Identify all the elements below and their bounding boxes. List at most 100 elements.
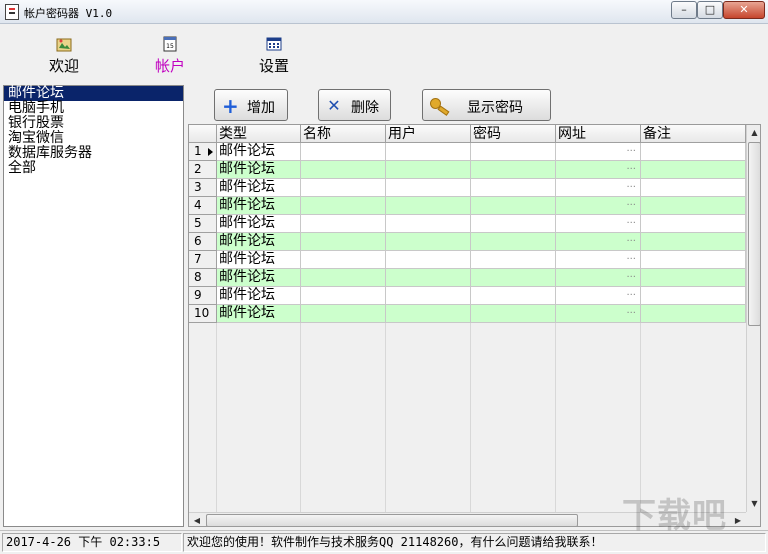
category-item-mail-forum[interactable]: 邮件论坛 xyxy=(4,86,183,101)
column-header[interactable]: 网址 xyxy=(556,125,641,143)
category-item-database-server[interactable]: 数据库服务器 xyxy=(4,146,183,161)
grid-cell[interactable] xyxy=(301,161,386,179)
grid-cell[interactable] xyxy=(641,287,746,305)
horizontal-scroll-thumb[interactable] xyxy=(206,514,578,526)
grid-cell[interactable] xyxy=(641,269,746,287)
table-row[interactable]: 1 邮件论坛 ··· xyxy=(189,143,746,161)
grid-cell[interactable]: ··· xyxy=(556,251,641,269)
grid-cell[interactable]: ··· xyxy=(556,269,641,287)
grid-cell[interactable] xyxy=(386,143,471,161)
table-row[interactable]: 3 邮件论坛 ··· xyxy=(189,179,746,197)
url-ellipsis-button[interactable]: ··· xyxy=(626,215,636,232)
vertical-scrollbar[interactable]: ▲ ▼ xyxy=(746,125,760,512)
grid-cell[interactable]: 邮件论坛 xyxy=(217,287,301,305)
url-ellipsis-button[interactable]: ··· xyxy=(626,233,636,250)
table-row[interactable]: 5 邮件论坛 ··· xyxy=(189,215,746,233)
category-list[interactable]: 邮件论坛 电脑手机 银行股票 淘宝微信 数据库服务器 全部 xyxy=(3,85,184,527)
grid-cell[interactable] xyxy=(471,305,556,323)
grid-cell[interactable] xyxy=(471,233,556,251)
menu-account[interactable]: 15 帐户 xyxy=(142,36,198,76)
table-row[interactable]: 8 邮件论坛 ··· xyxy=(189,269,746,287)
vertical-scroll-thumb[interactable] xyxy=(748,142,760,326)
url-ellipsis-button[interactable]: ··· xyxy=(626,197,636,214)
grid-cell[interactable] xyxy=(386,269,471,287)
grid-cell[interactable] xyxy=(641,143,746,161)
grid-cell[interactable] xyxy=(471,215,556,233)
grid-cell[interactable] xyxy=(641,197,746,215)
grid-cell[interactable]: 邮件论坛 xyxy=(217,143,301,161)
grid-cell[interactable] xyxy=(386,287,471,305)
grid-cell[interactable] xyxy=(471,143,556,161)
grid-cell[interactable]: ··· xyxy=(556,305,641,323)
grid-cell[interactable] xyxy=(641,251,746,269)
grid-cell[interactable] xyxy=(301,287,386,305)
url-ellipsis-button[interactable]: ··· xyxy=(626,269,636,286)
grid-cell[interactable] xyxy=(386,251,471,269)
table-row[interactable]: 4 邮件论坛 ··· xyxy=(189,197,746,215)
category-item-computer-phone[interactable]: 电脑手机 xyxy=(4,101,183,116)
category-item-taobao-wechat[interactable]: 淘宝微信 xyxy=(4,131,183,146)
grid-cell[interactable]: ··· xyxy=(556,161,641,179)
grid-cell[interactable] xyxy=(641,161,746,179)
menu-settings[interactable]: 设置 xyxy=(246,36,302,76)
grid-cell[interactable]: 邮件论坛 xyxy=(217,161,301,179)
grid-cell[interactable]: 邮件论坛 xyxy=(217,305,301,323)
maximize-button[interactable]: □ xyxy=(697,1,723,19)
url-ellipsis-button[interactable]: ··· xyxy=(626,161,636,178)
grid-cell[interactable] xyxy=(641,179,746,197)
scroll-up-icon[interactable]: ▲ xyxy=(747,125,760,141)
table-row[interactable]: 2 邮件论坛 ··· xyxy=(189,161,746,179)
url-ellipsis-button[interactable]: ··· xyxy=(626,143,636,160)
grid-cell[interactable] xyxy=(641,215,746,233)
grid-cell[interactable]: 邮件论坛 xyxy=(217,197,301,215)
grid-cell[interactable] xyxy=(471,161,556,179)
url-ellipsis-button[interactable]: ··· xyxy=(626,251,636,268)
table-row[interactable]: 7 邮件论坛 ··· xyxy=(189,251,746,269)
grid-cell[interactable] xyxy=(301,269,386,287)
category-item-bank-stock[interactable]: 银行股票 xyxy=(4,116,183,131)
grid-cell[interactable] xyxy=(386,233,471,251)
grid-cell[interactable] xyxy=(471,287,556,305)
grid-cell[interactable] xyxy=(301,305,386,323)
minimize-button[interactable]: – xyxy=(671,1,697,19)
grid-cell[interactable] xyxy=(386,197,471,215)
table-row[interactable]: 6 邮件论坛 ··· xyxy=(189,233,746,251)
grid-cell[interactable] xyxy=(471,197,556,215)
url-ellipsis-button[interactable]: ··· xyxy=(626,305,636,322)
grid-cell[interactable] xyxy=(301,179,386,197)
grid-cell[interactable]: 邮件论坛 xyxy=(217,233,301,251)
delete-button[interactable]: ✕ 删除 xyxy=(318,89,391,121)
grid-cell[interactable]: ··· xyxy=(556,287,641,305)
column-header[interactable]: 用户 xyxy=(386,125,471,143)
grid-cell[interactable] xyxy=(471,269,556,287)
grid-cell[interactable] xyxy=(386,305,471,323)
grid-cell[interactable] xyxy=(301,251,386,269)
grid-cell[interactable] xyxy=(641,305,746,323)
grid-cell[interactable] xyxy=(641,233,746,251)
category-item-all[interactable]: 全部 xyxy=(4,161,183,176)
grid-cell[interactable] xyxy=(301,215,386,233)
grid-cell[interactable] xyxy=(386,179,471,197)
grid-cell[interactable]: 邮件论坛 xyxy=(217,215,301,233)
show-password-button[interactable]: 显示密码 xyxy=(422,89,551,121)
grid-cell[interactable] xyxy=(386,161,471,179)
grid-cell[interactable]: 邮件论坛 xyxy=(217,179,301,197)
column-header[interactable]: 备注 xyxy=(641,125,746,143)
grid-cell[interactable]: ··· xyxy=(556,215,641,233)
column-header[interactable]: 密码 xyxy=(471,125,556,143)
account-grid[interactable]: 类型 名称 用户 密码 网址 备注 1 邮件论坛 ··· 2 邮件论坛 ··· 3 邮件论坛 ··· 4 邮件论… xyxy=(188,124,761,527)
table-row[interactable]: 10 邮件论坛 ··· xyxy=(189,305,746,323)
url-ellipsis-button[interactable]: ··· xyxy=(626,179,636,196)
add-button[interactable]: + 增加 xyxy=(214,89,288,121)
grid-cell[interactable]: 邮件论坛 xyxy=(217,269,301,287)
scroll-left-icon[interactable]: ◀ xyxy=(189,513,205,526)
grid-cell[interactable] xyxy=(471,179,556,197)
grid-cell[interactable] xyxy=(386,215,471,233)
column-header[interactable]: 类型 xyxy=(217,125,301,143)
grid-cell[interactable]: ··· xyxy=(556,143,641,161)
grid-cell[interactable] xyxy=(301,233,386,251)
grid-cell[interactable]: ··· xyxy=(556,197,641,215)
menu-welcome[interactable]: 欢迎 xyxy=(36,36,92,76)
table-row[interactable]: 9 邮件论坛 ··· xyxy=(189,287,746,305)
grid-cell[interactable] xyxy=(301,143,386,161)
